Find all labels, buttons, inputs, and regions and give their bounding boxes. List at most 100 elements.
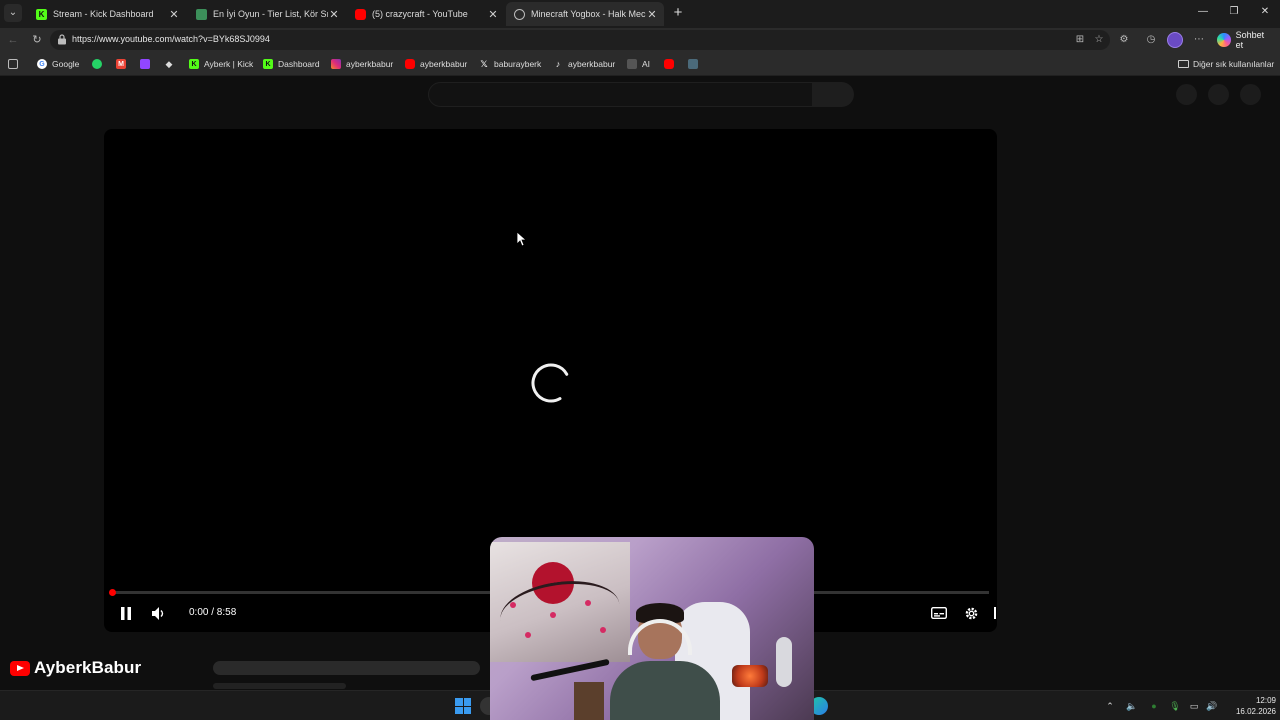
address-bar[interactable]: https://www.youtube.com/watch?v=BYk68SJ0… xyxy=(50,30,1110,50)
blossom xyxy=(585,600,591,606)
notifications-icon[interactable] xyxy=(1208,84,1229,105)
bookmark-tool[interactable] xyxy=(688,57,698,71)
bookmark-youtube-channel[interactable]: ayberkbabur xyxy=(405,57,467,71)
volume-icon xyxy=(152,606,164,620)
more-menu-icon[interactable]: ⋯ xyxy=(1192,33,1206,47)
desk-box xyxy=(574,682,604,720)
bookmark-label: ayberkbabur xyxy=(568,59,616,69)
tab-tier-list[interactable]: En İyi Oyun - Tier List, Kör Sıralama ✕ xyxy=(188,2,346,26)
mute-button[interactable] xyxy=(150,604,168,622)
profile-avatar[interactable] xyxy=(1167,32,1183,48)
tab-minecraft-yogbox[interactable]: Minecraft Yogbox - Halk Meclisi Tier Lis… xyxy=(506,2,664,26)
tray-overflow-icon[interactable]: ⌃ xyxy=(1104,700,1116,712)
speaker-object xyxy=(776,637,792,687)
bookmarks-bar: G Google M ◆ K Ayberk | Kick K Dashboard… xyxy=(0,52,1280,76)
extensions-icon[interactable]: ⚙ xyxy=(1117,33,1131,47)
copilot-chat-button[interactable]: Sohbet et xyxy=(1213,30,1280,50)
channel-watermark: AyberkBabur xyxy=(10,658,141,678)
time-display: 0:00 / 8:58 xyxy=(189,607,237,618)
fullscreen-icon xyxy=(994,607,996,619)
security-icon[interactable]: ● xyxy=(1148,700,1160,712)
search-input[interactable] xyxy=(428,82,813,107)
tool-icon xyxy=(688,59,698,69)
favorite-star-icon[interactable]: ☆ xyxy=(1093,34,1105,46)
tab-close-icon[interactable]: ✕ xyxy=(646,8,658,21)
restore-icon[interactable]: ❐ xyxy=(1226,6,1242,17)
progress-scrubber[interactable] xyxy=(109,589,116,596)
bookmark-label: Dashboard xyxy=(278,59,320,69)
create-icon[interactable] xyxy=(1176,84,1197,105)
bookmark-tiktok[interactable]: ♪ ayberkbabur xyxy=(553,57,616,71)
history-icon[interactable]: ◷ xyxy=(1144,33,1158,47)
loading-spinner-icon xyxy=(531,363,571,403)
system-clock[interactable]: 12:09 16.02.2026 xyxy=(1224,695,1276,717)
title-skeleton xyxy=(213,661,480,675)
bookmark-label: Ayberk | Kick xyxy=(204,59,254,69)
bookmark-ayberk-kick[interactable]: K Ayberk | Kick xyxy=(189,57,253,71)
tab-title: En İyi Oyun - Tier List, Kör Sıralama xyxy=(213,9,328,19)
microphone-arm xyxy=(530,658,610,682)
speaker-icon[interactable]: 🔈 xyxy=(1126,700,1138,712)
windows-start-icon[interactable] xyxy=(455,698,471,714)
blossom xyxy=(600,627,606,633)
globe-icon xyxy=(514,8,525,20)
channel-name: AyberkBabur xyxy=(34,658,142,677)
minimize-icon[interactable]: — xyxy=(1195,6,1211,17)
bookmark-gmail[interactable]: M xyxy=(116,57,126,71)
reload-icon[interactable]: ↻ xyxy=(30,33,44,47)
youtube-icon xyxy=(355,8,366,20)
bookmark-x[interactable]: 𝕏 baburayberk xyxy=(479,57,541,71)
streamer-body xyxy=(610,661,720,720)
network-icon[interactable]: ▭ xyxy=(1188,700,1200,712)
painting-branch xyxy=(496,573,624,651)
tab-actions-menu-icon[interactable]: ⌄ xyxy=(4,4,22,22)
bookmark-ai[interactable]: AI xyxy=(627,57,650,71)
microphone-icon[interactable]: 🎙 xyxy=(1169,700,1181,712)
blossom xyxy=(550,612,556,618)
desk-lamp xyxy=(732,665,768,687)
lock-icon xyxy=(58,34,66,45)
tierlist-icon xyxy=(196,8,207,20)
bookmark-twitch[interactable] xyxy=(140,57,150,71)
pause-icon xyxy=(121,606,131,620)
search-button[interactable] xyxy=(812,82,854,107)
tab-crazycraft-youtube[interactable]: (5) crazycraft - YouTube ✕ xyxy=(347,2,505,26)
tab-close-icon[interactable]: ✕ xyxy=(168,8,180,21)
tab-kick-dashboard[interactable]: K Stream - Kick Dashboard ✕ xyxy=(28,2,186,26)
app-install-icon[interactable]: ⊞ xyxy=(1074,34,1086,46)
blossom xyxy=(510,602,516,608)
bookmark-diamond[interactable]: ◆ xyxy=(164,57,174,71)
kick-icon: K xyxy=(36,8,47,20)
new-tab-button[interactable]: + xyxy=(670,5,686,21)
kick-icon: K xyxy=(189,59,199,69)
bookmark-instagram[interactable]: ayberkbabur xyxy=(331,57,393,71)
subtitles-button[interactable] xyxy=(930,604,948,622)
bookmark-dashboard[interactable]: K Dashboard xyxy=(263,57,320,71)
streamer xyxy=(610,603,720,720)
twitch-icon xyxy=(140,59,150,69)
fullscreen-button[interactable] xyxy=(993,604,997,622)
tab-close-icon[interactable]: ✕ xyxy=(487,8,499,21)
bookmark-whatsapp[interactable] xyxy=(92,57,102,71)
close-window-icon[interactable]: ✕ xyxy=(1257,6,1273,17)
whatsapp-icon xyxy=(92,59,102,69)
webcam-overlay xyxy=(490,537,814,720)
tab-close-icon[interactable]: ✕ xyxy=(328,8,340,21)
clock-time: 12:09 xyxy=(1255,696,1276,705)
ai-icon xyxy=(627,59,637,69)
bookmark-google[interactable]: G Google xyxy=(37,57,79,71)
other-bookmarks[interactable]: Diğer sık kullanılanlar xyxy=(1178,57,1274,71)
youtube-icon xyxy=(405,59,415,69)
kick-icon: K xyxy=(263,59,273,69)
bookmark-youtube[interactable] xyxy=(664,57,674,71)
account-avatar[interactable] xyxy=(1240,84,1261,105)
url-text: https://www.youtube.com/watch?v=BYk68SJ0… xyxy=(72,34,270,44)
copilot-icon xyxy=(1217,33,1231,47)
youtube-icon xyxy=(664,59,674,69)
settings-button[interactable] xyxy=(962,604,980,622)
back-arrow-icon[interactable]: ← xyxy=(6,33,20,47)
pause-button[interactable] xyxy=(118,604,134,622)
volume-tray-icon[interactable]: 🔊 xyxy=(1206,700,1218,712)
blossom xyxy=(525,632,531,638)
sidebar-toggle-icon[interactable] xyxy=(8,57,18,71)
